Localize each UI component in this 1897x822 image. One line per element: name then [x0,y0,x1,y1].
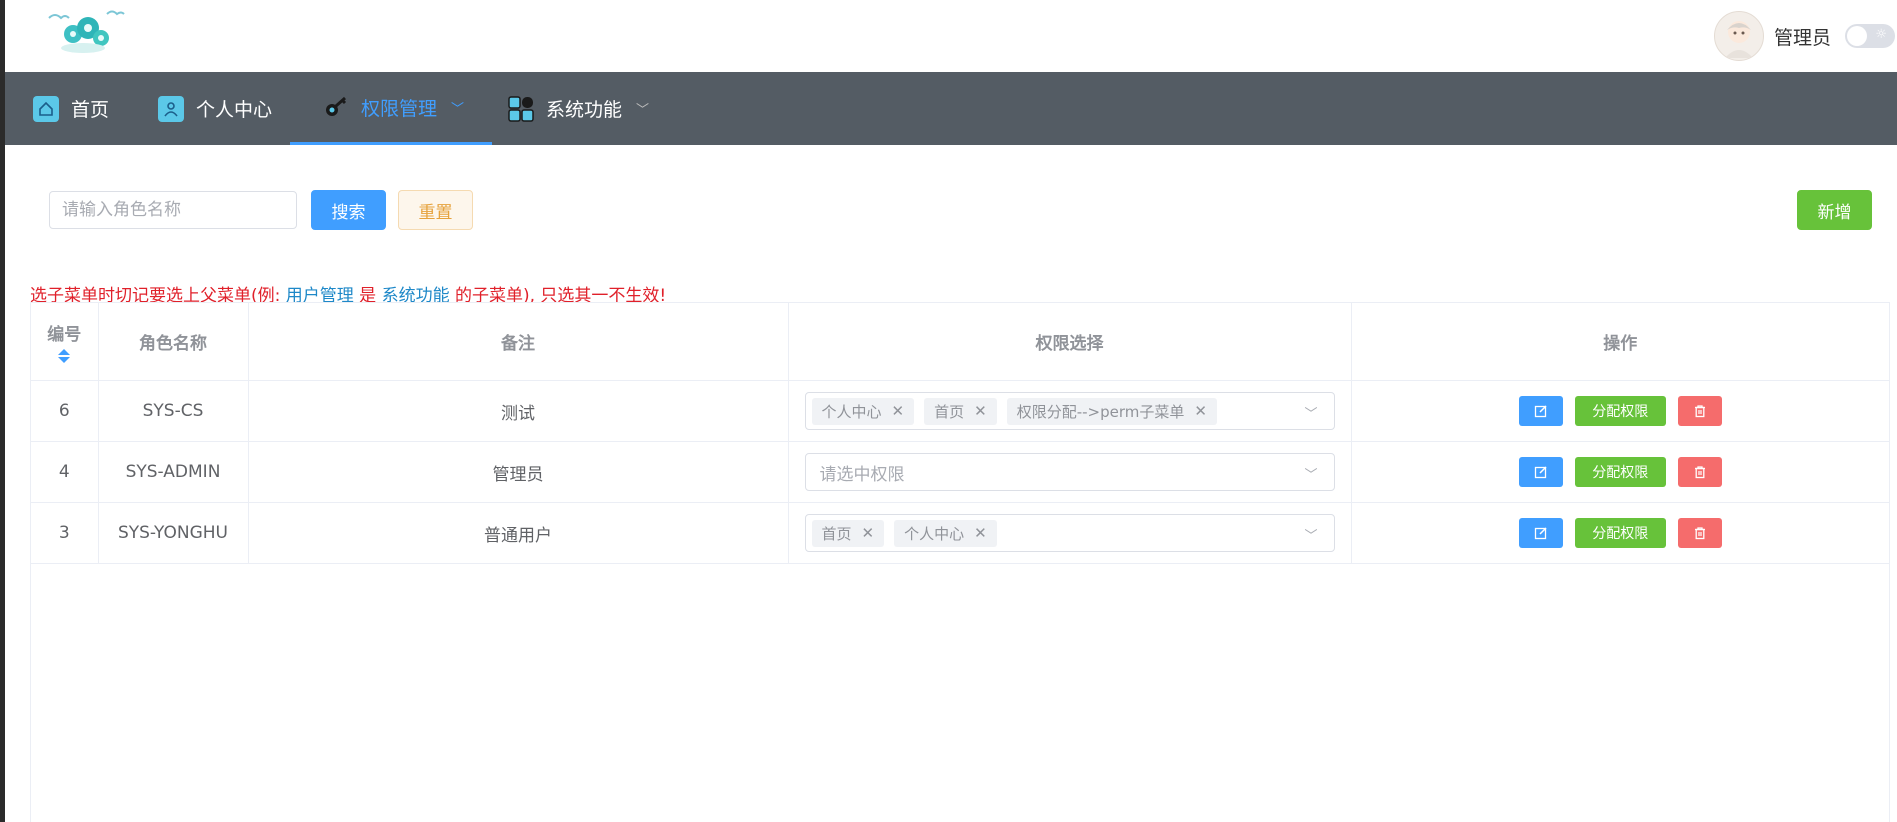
roles-table: 编号 角色名称 备注 权限选择 操作 6 SYS-CS 测试 个人中心 ✕ 首页 ✕ [30,302,1890,822]
edit-button[interactable] [1518,396,1563,426]
table-row: 6 SYS-CS 测试 个人中心 ✕ 首页 ✕ 权限分配-->perm子菜单 ✕ ﹀ [31,380,1889,442]
grid-icon [508,95,534,122]
delete-button[interactable] [1677,518,1722,548]
logo [43,4,153,66]
table-row: 4 SYS-ADMIN 管理员 请选中权限 ﹀ 分配权限 [31,441,1889,503]
permission-tag: 个人中心 ✕ [811,397,915,425]
sun-icon: ☼ [1875,27,1887,42]
cell-id: 3 [31,502,99,564]
home-icon [33,95,59,122]
column-header-permissions: 权限选择 [788,303,1352,381]
table-row: 3 SYS-YONGHU 普通用户 首页 ✕ 个人中心 ✕ ﹀ 分配权限 [31,502,1889,564]
close-icon[interactable]: ✕ [974,402,987,420]
cell-role-name: SYS-ADMIN [98,441,249,503]
permission-select[interactable]: 首页 ✕ 个人中心 ✕ ﹀ [804,514,1335,552]
permission-tag: 个人中心 ✕ [894,519,997,547]
cell-permissions: 请选中权限 ﹀ [788,441,1352,503]
reset-button[interactable]: 重置 [398,190,473,230]
cell-actions: 分配权限 [1351,502,1889,564]
edit-icon [1534,466,1547,479]
cell-remark: 测试 [248,380,789,442]
column-header-actions: 操作 [1351,303,1889,381]
cell-permissions: 个人中心 ✕ 首页 ✕ 权限分配-->perm子菜单 ✕ ﹀ [788,380,1352,442]
column-header-remark: 备注 [248,303,789,381]
main-nav: 首页 个人中心 权限管理 ﹀ 系统功能 ﹀ [5,72,1897,145]
nav-item-permissions[interactable]: 权限管理 ﹀ [290,72,493,145]
user-icon [158,95,184,122]
edit-button[interactable] [1518,518,1563,548]
add-button[interactable]: 新增 [1797,190,1872,230]
permission-select[interactable]: 请选中权限 ﹀ [804,453,1335,491]
search-button[interactable]: 搜索 [311,190,386,230]
column-header-id[interactable]: 编号 [31,303,99,381]
nav-item-label: 个人中心 [196,99,273,121]
cell-id: 6 [31,380,99,442]
chevron-down-icon: ﹀ [1304,529,1318,544]
top-header: 管理员 ☼ [5,0,1897,72]
chevron-down-icon: ﹀ [1304,407,1318,422]
cell-remark: 普通用户 [248,502,789,564]
user-menu[interactable]: 管理员 ☼ [1713,10,1897,62]
permission-placeholder: 请选中权限 [819,464,905,485]
edit-button[interactable] [1518,457,1563,487]
permission-tag: 首页 ✕ [924,397,997,425]
assign-permission-button[interactable]: 分配权限 [1574,396,1666,426]
cell-remark: 管理员 [248,441,789,503]
close-icon[interactable]: ✕ [974,524,987,542]
table-header-row: 编号 角色名称 备注 权限选择 操作 [31,303,1889,381]
close-icon[interactable]: ✕ [892,402,905,420]
cell-id: 4 [31,441,99,503]
edit-icon [1534,527,1547,540]
chevron-down-icon: ﹀ [1304,468,1318,483]
username: 管理员 [1773,26,1831,49]
delete-button[interactable] [1677,396,1722,426]
cell-actions: 分配权限 [1351,380,1889,442]
theme-toggle[interactable]: ☼ [1845,24,1895,48]
key-icon [323,94,349,120]
assign-permission-button[interactable]: 分配权限 [1574,518,1666,548]
close-icon[interactable]: ✕ [862,524,875,542]
toggle-knob [1847,26,1867,46]
nav-item-system[interactable]: 系统功能 ﹀ [508,72,649,145]
permission-tag: 首页 ✕ [811,519,885,547]
assign-permission-button[interactable]: 分配权限 [1574,457,1666,487]
cell-role-name: SYS-CS [98,380,249,442]
nav-item-label: 权限管理 [361,97,438,120]
cell-actions: 分配权限 [1351,441,1889,503]
delete-button[interactable] [1677,457,1722,487]
nav-item-profile[interactable]: 个人中心 [158,72,272,145]
trash-icon [1694,527,1705,540]
nav-item-home[interactable]: 首页 [33,72,109,145]
chevron-down-icon: ﹀ [636,103,650,118]
nav-item-label: 首页 [71,99,110,121]
edit-icon [1534,405,1547,418]
cell-role-name: SYS-YONGHU [98,502,249,564]
column-header-role-name: 角色名称 [98,303,249,381]
sort-icon[interactable] [58,349,71,363]
chevron-down-icon: ﹀ [451,101,465,117]
nav-item-label: 系统功能 [546,99,623,121]
permission-tag: 权限分配-->perm子菜单 ✕ [1006,397,1217,425]
close-icon[interactable]: ✕ [1194,402,1207,420]
trash-icon [1694,405,1705,418]
trash-icon [1694,466,1705,479]
permission-select[interactable]: 个人中心 ✕ 首页 ✕ 权限分配-->perm子菜单 ✕ ﹀ [804,392,1335,430]
cell-permissions: 首页 ✕ 个人中心 ✕ ﹀ [788,502,1352,564]
avatar[interactable] [1713,11,1764,61]
role-name-search-input[interactable] [49,191,297,229]
